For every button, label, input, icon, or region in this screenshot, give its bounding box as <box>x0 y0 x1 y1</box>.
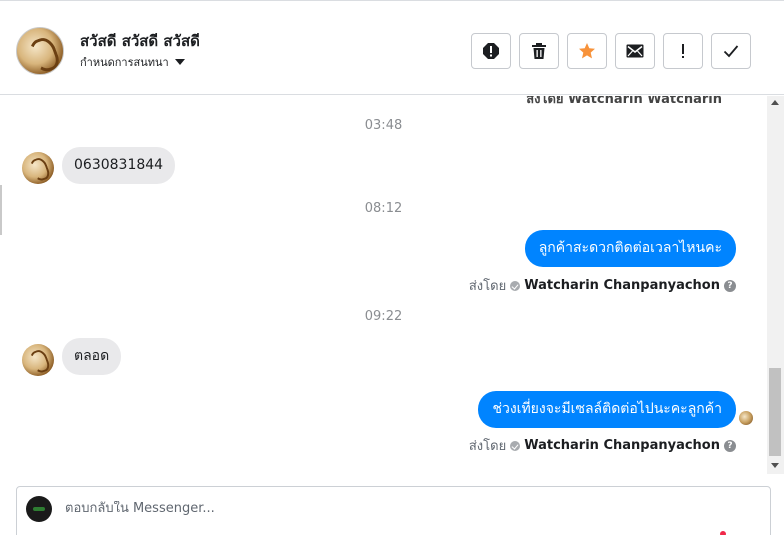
conversation-header: สวัสดี สวัสดี สวัสดี กำหนดการสนทนา <box>0 0 784 95</box>
star-icon <box>579 43 595 59</box>
trash-icon <box>532 43 546 59</box>
scroll-down-arrow-icon[interactable] <box>771 463 779 468</box>
timestamp: 09:22 <box>364 309 403 324</box>
sent-by-prefix: ส่งโดย <box>468 279 507 294</box>
check-circle-icon <box>510 280 521 291</box>
header-actions <box>471 33 751 69</box>
scroll-up-arrow-icon[interactable] <box>771 100 779 105</box>
panel-edge <box>0 185 2 235</box>
sent-by-label: ส่งโดย Watcharin Chanpanyachon ? <box>469 275 736 296</box>
message-thread: ส่งโดย Watcharin Watcharin 03:48 0630831… <box>0 96 767 476</box>
scrollbar[interactable] <box>767 96 784 474</box>
scrollbar-thumb[interactable] <box>769 368 781 456</box>
exclamation-icon <box>682 44 684 58</box>
outgoing-message[interactable]: ช่วงเที่ยงจะมีเซลล์ติดต่อไปนะคะลูกค้า <box>478 391 736 428</box>
assign-conversation-dropdown[interactable]: กำหนดการสนทนา <box>80 53 185 71</box>
assign-conversation-label: กำหนดการสนทนา <box>80 56 169 69</box>
mark-unread-button[interactable] <box>615 33 655 69</box>
sent-by-label: ส่งโดย Watcharin Chanpanyachon ? <box>469 435 736 456</box>
page-avatar <box>26 496 52 522</box>
contact-avatar[interactable] <box>16 27 64 75</box>
check-icon <box>723 45 739 58</box>
sender-name: Watcharin Chanpanyachon <box>524 438 720 453</box>
envelope-icon <box>626 44 644 58</box>
contact-avatar-small <box>22 344 54 376</box>
mark-follow-up-button[interactable] <box>663 33 703 69</box>
clipped-sent-by-label: ส่งโดย Watcharin Watcharin <box>526 96 722 107</box>
star-button[interactable] <box>567 33 607 69</box>
sender-name: Watcharin Chanpanyachon <box>524 278 720 293</box>
check-circle-icon <box>510 440 521 451</box>
mark-spam-button[interactable] <box>471 33 511 69</box>
spam-icon <box>483 43 499 59</box>
help-icon[interactable]: ? <box>724 439 736 452</box>
mark-done-button[interactable] <box>711 33 751 69</box>
read-receipt-avatar <box>739 411 753 425</box>
notification-dot <box>720 531 726 535</box>
incoming-message[interactable]: 0630831844 <box>62 147 176 184</box>
contact-avatar-small <box>22 152 54 184</box>
contact-name[interactable]: สวัสดี สวัสดี สวัสดี <box>80 29 200 53</box>
timestamp: 03:48 <box>364 118 403 133</box>
sent-by-prefix: ส่งโดย <box>468 439 507 454</box>
reply-composer <box>16 486 771 535</box>
timestamp: 08:12 <box>364 201 403 216</box>
incoming-message[interactable]: ตลอด <box>62 338 122 375</box>
reply-input[interactable] <box>65 501 745 516</box>
help-icon[interactable]: ? <box>724 279 736 292</box>
caret-down-icon <box>174 59 185 65</box>
outgoing-message[interactable]: ลูกค้าสะดวกติดต่อเวลาไหนคะ <box>524 230 736 267</box>
delete-button[interactable] <box>519 33 559 69</box>
